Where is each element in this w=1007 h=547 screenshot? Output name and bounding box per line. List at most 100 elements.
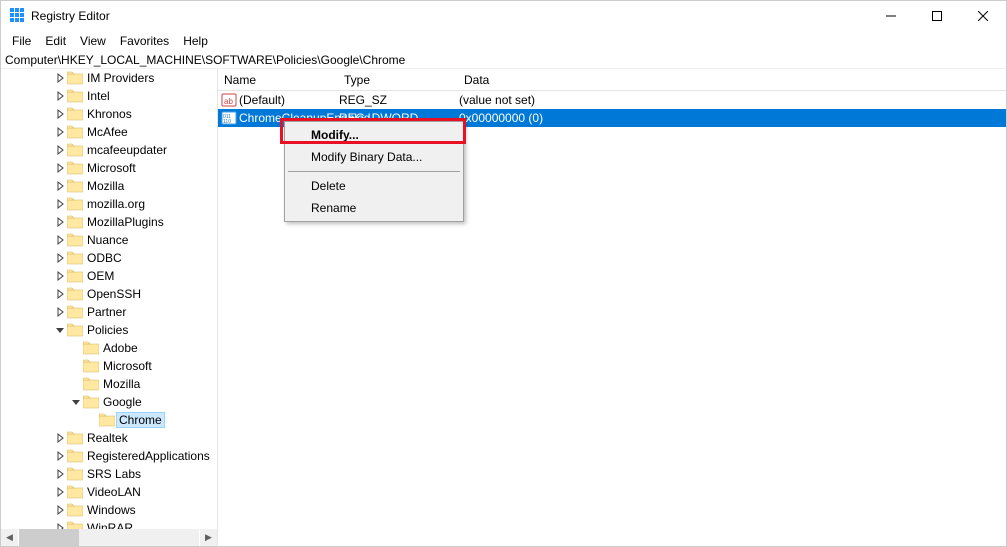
chevron-right-icon[interactable]: [53, 433, 67, 443]
tree-item[interactable]: Policies: [1, 321, 217, 339]
value-name: (Default): [239, 93, 285, 107]
tree-item[interactable]: Mozilla: [1, 177, 217, 195]
chevron-right-icon[interactable]: [53, 91, 67, 101]
folder-icon: [83, 377, 99, 391]
chevron-right-icon[interactable]: [53, 271, 67, 281]
folder-icon: [83, 341, 99, 355]
tree-item-label: ODBC: [85, 251, 124, 265]
tree-item-label: Mozilla: [85, 179, 126, 193]
menu-help[interactable]: Help: [176, 32, 215, 50]
scrollbar-track[interactable]: [18, 529, 200, 546]
tree-item[interactable]: Microsoft: [1, 159, 217, 177]
tree-item[interactable]: RegisteredApplications: [1, 447, 217, 465]
chevron-right-icon[interactable]: [53, 217, 67, 227]
tree-item-label: mcafeeupdater: [85, 143, 169, 157]
context-modify-binary[interactable]: Modify Binary Data...: [287, 146, 461, 168]
chevron-down-icon[interactable]: [53, 325, 67, 335]
tree-item[interactable]: mozilla.org: [1, 195, 217, 213]
tree-item[interactable]: Intel: [1, 87, 217, 105]
chevron-right-icon[interactable]: [53, 307, 67, 317]
tree-item[interactable]: Adobe: [1, 339, 217, 357]
chevron-right-icon[interactable]: [53, 163, 67, 173]
tree-item[interactable]: Partner: [1, 303, 217, 321]
tree-item[interactable]: ODBC: [1, 249, 217, 267]
tree-item-label: IM Providers: [85, 71, 156, 85]
scrollbar-thumb[interactable]: [19, 529, 79, 546]
tree-scrollbar[interactable]: ◀ ▶: [1, 529, 217, 546]
menu-favorites[interactable]: Favorites: [113, 32, 176, 50]
chevron-right-icon[interactable]: [53, 181, 67, 191]
tree-item-label: Intel: [85, 89, 112, 103]
close-button[interactable]: [960, 1, 1006, 31]
folder-icon: [99, 413, 115, 427]
context-separator: [288, 171, 460, 172]
content-area: IM Providers Intel Khronos McAfee mcafeeupda…: [1, 69, 1006, 546]
app-icon: [9, 7, 25, 26]
tree-item[interactable]: IM Providers: [1, 69, 217, 87]
window-controls: [868, 1, 1006, 31]
chevron-right-icon[interactable]: [53, 109, 67, 119]
column-header-type[interactable]: Type: [338, 70, 458, 90]
tree-item-label: McAfee: [85, 125, 130, 139]
tree-item[interactable]: Khronos: [1, 105, 217, 123]
chevron-right-icon[interactable]: [53, 487, 67, 497]
tree-item-label: Windows: [85, 503, 138, 517]
chevron-right-icon[interactable]: [53, 127, 67, 137]
tree-item-label: Khronos: [85, 107, 134, 121]
chevron-right-icon[interactable]: [53, 73, 67, 83]
list-row[interactable]: ab(Default)REG_SZ(value not set): [218, 91, 1006, 109]
address-bar[interactable]: Computer\HKEY_LOCAL_MACHINE\SOFTWARE\Pol…: [1, 51, 1006, 69]
folder-icon: [83, 359, 99, 373]
menu-file[interactable]: File: [5, 32, 38, 50]
tree-item[interactable]: OEM: [1, 267, 217, 285]
context-delete[interactable]: Delete: [287, 175, 461, 197]
folder-icon: [67, 431, 83, 445]
tree-item[interactable]: OpenSSH: [1, 285, 217, 303]
tree-item[interactable]: VideoLAN: [1, 483, 217, 501]
tree-item[interactable]: mcafeeupdater: [1, 141, 217, 159]
folder-icon: [67, 449, 83, 463]
tree-item[interactable]: Windows: [1, 501, 217, 519]
tree-item[interactable]: MozillaPlugins: [1, 213, 217, 231]
column-header-name[interactable]: Name: [218, 70, 338, 90]
menu-view[interactable]: View: [73, 32, 113, 50]
tree-item[interactable]: SRS Labs: [1, 465, 217, 483]
tree-item[interactable]: Nuance: [1, 231, 217, 249]
menu-edit[interactable]: Edit: [38, 32, 73, 50]
tree-item[interactable]: Google: [1, 393, 217, 411]
tree-item-label: Chrome: [117, 413, 164, 427]
folder-icon: [67, 179, 83, 193]
tree-pane[interactable]: IM Providers Intel Khronos McAfee mcafeeupda…: [1, 69, 218, 546]
context-modify[interactable]: Modify...: [287, 124, 461, 146]
chevron-right-icon[interactable]: [53, 199, 67, 209]
scroll-left-icon[interactable]: ◀: [1, 529, 18, 546]
chevron-right-icon[interactable]: [53, 469, 67, 479]
tree-item-label: mozilla.org: [85, 197, 147, 211]
minimize-button[interactable]: [868, 1, 914, 31]
tree-item-label: OpenSSH: [85, 287, 143, 301]
folder-icon: [67, 305, 83, 319]
scroll-right-icon[interactable]: ▶: [200, 529, 217, 546]
chevron-down-icon[interactable]: [69, 397, 83, 407]
folder-icon: [83, 395, 99, 409]
tree-item[interactable]: McAfee: [1, 123, 217, 141]
folder-icon: [67, 125, 83, 139]
tree-item[interactable]: Microsoft: [1, 357, 217, 375]
tree-item[interactable]: Realtek: [1, 429, 217, 447]
context-rename[interactable]: Rename: [287, 197, 461, 219]
chevron-right-icon[interactable]: [53, 235, 67, 245]
folder-icon: [67, 251, 83, 265]
folder-icon: [67, 107, 83, 121]
maximize-button[interactable]: [914, 1, 960, 31]
chevron-right-icon[interactable]: [53, 451, 67, 461]
context-modify-label: Modify...: [311, 128, 359, 142]
tree-item[interactable]: Chrome: [1, 411, 217, 429]
folder-icon: [67, 197, 83, 211]
chevron-right-icon[interactable]: [53, 289, 67, 299]
tree-item[interactable]: Mozilla: [1, 375, 217, 393]
chevron-right-icon[interactable]: [53, 505, 67, 515]
chevron-right-icon[interactable]: [53, 145, 67, 155]
chevron-right-icon[interactable]: [53, 253, 67, 263]
list-pane[interactable]: Name Type Data ab(Default)REG_SZ(value n…: [218, 69, 1006, 546]
column-header-data[interactable]: Data: [458, 70, 1006, 90]
